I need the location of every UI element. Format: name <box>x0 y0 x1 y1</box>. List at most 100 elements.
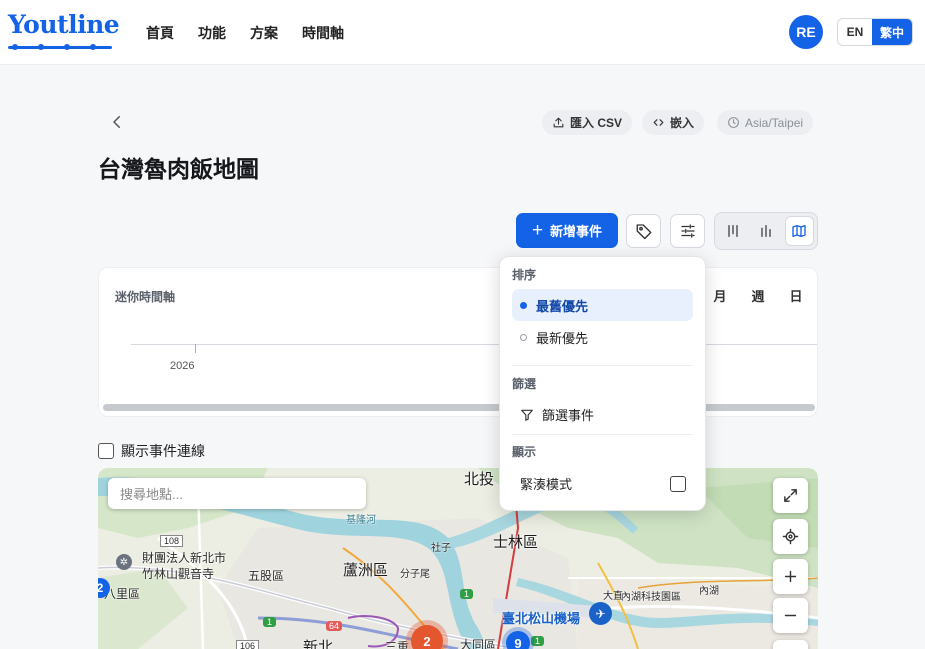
user-avatar[interactable]: RE <box>789 15 823 49</box>
map-label-neihu: 內湖 <box>699 586 719 597</box>
youtline-logo[interactable]: Youtline <box>8 10 120 52</box>
embed-button[interactable]: 嵌入 <box>642 110 705 135</box>
radio-selected-icon <box>520 301 527 309</box>
plus-icon: + <box>531 220 544 241</box>
logo-text: Youtline <box>8 10 120 39</box>
map-label-dazhi: 大直 <box>603 591 623 602</box>
plus-icon <box>784 570 797 583</box>
map-label-river: 基隆河 <box>346 515 376 526</box>
map-label-temple-line2: 竹林山觀音寺 <box>142 567 215 581</box>
filter-events-label: 篩選事件 <box>542 408 595 423</box>
view-map-button[interactable] <box>784 216 814 246</box>
lang-en-button[interactable]: EN <box>838 19 872 45</box>
compact-mode-option[interactable]: 緊湊模式 <box>520 474 686 493</box>
tags-button[interactable] <box>626 214 661 248</box>
top-navigation-bar: Youtline 首頁 功能 方案 時間軸 RE EN 繁中 <box>0 0 925 65</box>
crosshair-icon <box>782 528 799 545</box>
fullscreen-button[interactable] <box>773 478 808 513</box>
show-connections-checkbox[interactable] <box>98 443 114 459</box>
nav-pricing[interactable]: 方案 <box>250 23 278 43</box>
lang-zh-button[interactable]: 繁中 <box>872 19 912 45</box>
add-event-label: 新增事件 <box>550 224 603 239</box>
back-button[interactable] <box>108 113 126 131</box>
minus-icon <box>784 614 797 617</box>
expand-icon <box>784 489 797 502</box>
map-label-fenziwei: 分子尾 <box>400 569 430 580</box>
year-tick-label: 2026 <box>170 360 195 372</box>
embed-label: 嵌入 <box>670 116 695 130</box>
logo-dot <box>38 44 44 50</box>
compact-mode-checkbox[interactable] <box>670 475 686 492</box>
code-icon <box>653 119 664 126</box>
logo-underline <box>8 46 112 49</box>
main-nav: 首頁 功能 方案 時間軸 <box>146 23 344 43</box>
divider <box>512 365 693 366</box>
timezone-label: Asia/Taipei <box>745 115 804 130</box>
logo-dot <box>12 44 18 50</box>
view-mode-switcher <box>714 212 818 250</box>
map-control-extra[interactable] <box>773 640 808 649</box>
event-map[interactable]: 搜尋地點... 北投 士林區 蘆洲區 五股區 財團法人新北市 竹林山觀音寺 八里… <box>98 468 818 649</box>
nav-timelines[interactable]: 時間軸 <box>302 23 344 43</box>
map-cluster-marker[interactable]: 9 <box>506 631 530 649</box>
map-label-sanchong: 三重 <box>385 640 410 649</box>
import-csv-button[interactable]: 匯入 CSV <box>542 110 633 135</box>
upload-icon <box>553 117 564 128</box>
mini-timeline-card: 迷你時間軸 月 週 日 2026 <box>98 267 818 417</box>
map-label-shezi: 社子 <box>431 543 451 554</box>
map-icon <box>792 225 806 237</box>
import-csv-label: 匯入 CSV <box>570 116 623 130</box>
map-label-temple-line1: 財團法人新北市 <box>142 551 227 565</box>
road-shield: 1 <box>460 589 474 599</box>
mini-timeline-label: 迷你時間軸 <box>115 290 176 304</box>
nav-home[interactable]: 首頁 <box>146 23 174 43</box>
filter-section-title: 篩選 <box>512 377 537 391</box>
sliders-icon <box>680 224 695 238</box>
add-event-button[interactable]: + 新增事件 <box>516 213 618 248</box>
granularity-day[interactable]: 日 <box>779 282 813 308</box>
map-label-luzhou: 蘆洲區 <box>343 562 389 579</box>
show-connections-toggle[interactable]: 顯示事件連線 <box>98 441 205 461</box>
chevron-left-icon <box>113 116 120 128</box>
radio-unselected-icon <box>520 333 527 341</box>
airport-icon: ✈ <box>589 602 612 625</box>
logo-dot <box>90 44 96 50</box>
funnel-icon <box>521 409 533 421</box>
road-shield: 64 <box>326 621 343 631</box>
zoom-out-button[interactable] <box>773 598 808 633</box>
road-shield: 1 <box>531 636 545 646</box>
map-label-songshan-airport: 臺北松山機場 <box>502 611 581 626</box>
view-bars-button[interactable] <box>751 216 780 246</box>
road-shield: 108 <box>160 535 184 547</box>
timezone-badge[interactable]: Asia/Taipei <box>717 110 814 135</box>
year-tick <box>195 344 196 353</box>
horizontal-scrollbar[interactable] <box>103 404 815 411</box>
language-switcher: EN 繁中 <box>837 18 913 46</box>
zoom-in-button[interactable] <box>773 559 808 594</box>
sort-section-title: 排序 <box>512 268 537 282</box>
sort-oldest-option[interactable]: 最舊優先 <box>512 289 693 321</box>
map-cluster-marker[interactable]: 2 <box>411 625 443 649</box>
bars-icon <box>761 225 771 237</box>
divider <box>512 434 693 435</box>
sort-oldest-label: 最舊優先 <box>536 298 589 314</box>
view-vertical-button[interactable] <box>718 216 747 246</box>
sort-filter-dropdown: 排序 最舊優先 最新優先 篩選 篩選事件 顯示 緊湊模式 <box>499 256 706 511</box>
page-title: 台灣魯肉飯地圖 <box>98 156 259 182</box>
filter-events-option[interactable]: 篩選事件 <box>520 405 594 424</box>
map-label-datong: 大同區 <box>460 638 497 649</box>
road-shield: 1 <box>263 617 277 627</box>
map-label-neihu-tech: 內湖科技園區 <box>621 592 681 603</box>
granularity-week[interactable]: 週 <box>741 282 775 308</box>
granularity-month[interactable]: 月 <box>703 282 737 308</box>
map-search-input[interactable]: 搜尋地點... <box>108 478 366 509</box>
temple-icon: ✲ <box>116 554 132 570</box>
nav-features[interactable]: 功能 <box>198 23 226 43</box>
map-label-beitou: 北投 <box>464 471 495 488</box>
display-section-title: 顯示 <box>512 445 537 459</box>
sort-filter-button[interactable] <box>670 214 705 248</box>
timeline-axis <box>131 344 817 345</box>
sort-newest-option[interactable]: 最新優先 <box>512 321 693 353</box>
compact-mode-label: 緊湊模式 <box>520 477 573 492</box>
locate-me-button[interactable] <box>773 519 808 554</box>
